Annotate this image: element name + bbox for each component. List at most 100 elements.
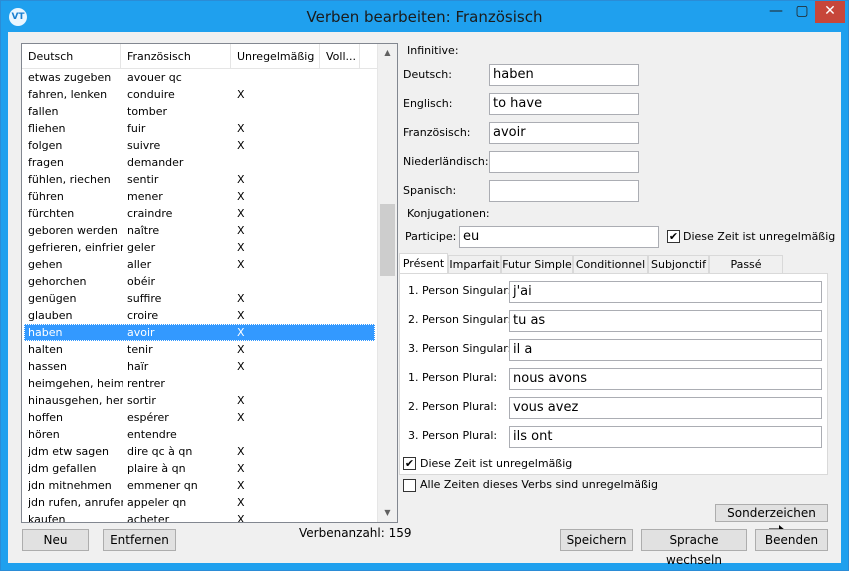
- tab-futur-simple[interactable]: Futur Simple: [501, 255, 573, 273]
- cell-irregular: X: [237, 326, 245, 339]
- table-row[interactable]: jdm gefallen plaire à qn X: [22, 460, 377, 477]
- table-row[interactable]: fallen tomber: [22, 103, 377, 120]
- cell-german: kaufen: [28, 513, 66, 523]
- close-button[interactable]: ✕: [815, 1, 845, 23]
- app-window: VT Verben bearbeiten: Französisch — ▢ ✕ …: [0, 0, 849, 571]
- table-row[interactable]: fragen demander: [22, 154, 377, 171]
- scroll-up-icon[interactable]: ▲: [378, 44, 397, 62]
- cell-french: suffire: [127, 292, 162, 305]
- table-row[interactable]: gefrieren, einfrieren geler X: [22, 239, 377, 256]
- cell-german: etwas zugeben: [28, 71, 112, 84]
- cell-french: haïr: [127, 360, 149, 373]
- cell-irregular: X: [237, 139, 245, 152]
- table-row[interactable]: fühlen, riechen sentir X: [22, 171, 377, 188]
- all-tenses-irregular-label[interactable]: Alle Zeiten dieses Verbs sind unregelmäß…: [420, 478, 658, 491]
- column-header-full[interactable]: Voll...: [320, 44, 360, 68]
- table-row[interactable]: genügen suffire X: [22, 290, 377, 307]
- tense-irregular-label[interactable]: Diese Zeit ist unregelmäßig: [420, 457, 572, 470]
- scrollbar-thumb[interactable]: [380, 204, 395, 276]
- infinitive-spanish-field[interactable]: [489, 180, 639, 202]
- maximize-button[interactable]: ▢: [789, 1, 815, 23]
- table-row[interactable]: fahren, lenken conduire X: [22, 86, 377, 103]
- scroll-down-icon[interactable]: ▼: [378, 504, 397, 522]
- table-row[interactable]: glauben croire X: [22, 307, 377, 324]
- cell-german: fahren, lenken: [28, 88, 108, 101]
- infinitive-dutch-field[interactable]: [489, 151, 639, 173]
- tense-irregular-checkbox[interactable]: ✔: [403, 457, 416, 470]
- list-header: Deutsch Französisch Unregelmäßig Voll...: [22, 44, 377, 69]
- list-scrollbar[interactable]: ▲ ▼: [377, 44, 397, 522]
- column-header-irregular[interactable]: Unregelmäßig: [231, 44, 320, 68]
- infinitive-label-spanish: Spanisch:: [403, 184, 457, 197]
- person-field-1s[interactable]: j'ai: [509, 281, 822, 303]
- table-row[interactable]: halten tenir X: [22, 341, 377, 358]
- table-row[interactable]: hassen haïr X: [22, 358, 377, 375]
- cell-german: hören: [28, 428, 60, 441]
- all-tenses-irregular-checkbox[interactable]: [403, 479, 416, 492]
- tab-present[interactable]: Présent: [399, 253, 448, 274]
- infinitive-french-field[interactable]: avoir: [489, 122, 639, 144]
- table-row[interactable]: hinausgehen, her... sortir X: [22, 392, 377, 409]
- tab-passe-simple[interactable]: Passé Simple: [709, 255, 783, 288]
- cell-french: demander: [127, 156, 184, 169]
- delete-button[interactable]: Entfernen: [103, 529, 176, 551]
- special-characters-button[interactable]: Sonderzeichen: [715, 504, 828, 535]
- participle-field[interactable]: eu: [459, 226, 659, 248]
- table-row[interactable]: führen mener X: [22, 188, 377, 205]
- cell-french: rentrer: [127, 377, 165, 390]
- participle-irregular-label[interactable]: Diese Zeit ist unregelmäßig: [683, 230, 835, 243]
- cell-german: fallen: [28, 105, 59, 118]
- table-row[interactable]: jdn rufen, anrufen appeler qn X: [22, 494, 377, 511]
- person-field-3s[interactable]: il a: [509, 339, 822, 361]
- person-field-2p[interactable]: vous avez: [509, 397, 822, 419]
- infinitive-german-field[interactable]: haben: [489, 64, 639, 86]
- table-row[interactable]: haben avoir X: [24, 324, 375, 341]
- tab-subjonctif[interactable]: Subjonctif: [648, 255, 709, 273]
- table-row[interactable]: geboren werden naître X: [22, 222, 377, 239]
- table-row[interactable]: jdm etw sagen dire qc à qn X: [22, 443, 377, 460]
- table-row[interactable]: hoffen espérer X: [22, 409, 377, 426]
- tab-conditionnel[interactable]: Conditionnel I: [573, 255, 648, 288]
- verb-list[interactable]: Deutsch Französisch Unregelmäßig Voll...…: [21, 43, 398, 523]
- table-row[interactable]: gehen aller X: [22, 256, 377, 273]
- cell-french: espérer: [127, 411, 169, 424]
- person-field-1p[interactable]: nous avons: [509, 368, 822, 390]
- cell-irregular: X: [237, 258, 245, 271]
- table-row[interactable]: fliehen fuir X: [22, 120, 377, 137]
- cell-french: geler: [127, 241, 156, 254]
- person-field-2s[interactable]: tu as: [509, 310, 822, 332]
- column-header-french[interactable]: Französisch: [121, 44, 231, 68]
- cell-french: obéir: [127, 275, 156, 288]
- tab-imparfait[interactable]: Imparfait: [448, 255, 501, 273]
- cell-german: jdm gefallen: [28, 462, 97, 475]
- table-row[interactable]: heimgehen, heim... rentrer: [22, 375, 377, 392]
- infinitive-english-field[interactable]: to have: [489, 93, 639, 115]
- cell-irregular: X: [237, 479, 245, 492]
- verb-count: Verbenanzahl: 159: [299, 526, 412, 540]
- minimize-button[interactable]: —: [763, 1, 789, 23]
- cell-german: führen: [28, 190, 64, 203]
- cell-german: genügen: [28, 292, 77, 305]
- table-row[interactable]: jdn mitnehmen emmener qn X: [22, 477, 377, 494]
- table-row[interactable]: hören entendre: [22, 426, 377, 443]
- list-rows: etwas zugeben avouer qc fahren, lenken cond…: [22, 69, 377, 523]
- exit-button[interactable]: Beenden: [755, 529, 828, 551]
- table-row[interactable]: etwas zugeben avouer qc: [22, 69, 377, 86]
- column-header-german[interactable]: Deutsch: [22, 44, 121, 68]
- participle-irregular-checkbox[interactable]: ✔: [667, 230, 680, 243]
- cell-german: fühlen, riechen: [28, 173, 111, 186]
- window-title: Verben bearbeiten: Französisch: [306, 8, 543, 26]
- save-button[interactable]: Speichern: [560, 529, 633, 551]
- table-row[interactable]: fürchten craindre X: [22, 205, 377, 222]
- cell-french: avoir: [127, 326, 155, 339]
- switch-language-button[interactable]: Sprache wechseln: [641, 529, 747, 567]
- table-row[interactable]: kaufen acheter X: [22, 511, 377, 523]
- cell-german: gehorchen: [28, 275, 87, 288]
- cell-french: entendre: [127, 428, 177, 441]
- person-label-1p: 1. Person Plural:: [408, 371, 498, 384]
- table-row[interactable]: folgen suivre X: [22, 137, 377, 154]
- person-field-3p[interactable]: ils ont: [509, 426, 822, 448]
- table-row[interactable]: gehorchen obéir: [22, 273, 377, 290]
- new-button[interactable]: Neu: [22, 529, 89, 551]
- cell-german: gehen: [28, 258, 63, 271]
